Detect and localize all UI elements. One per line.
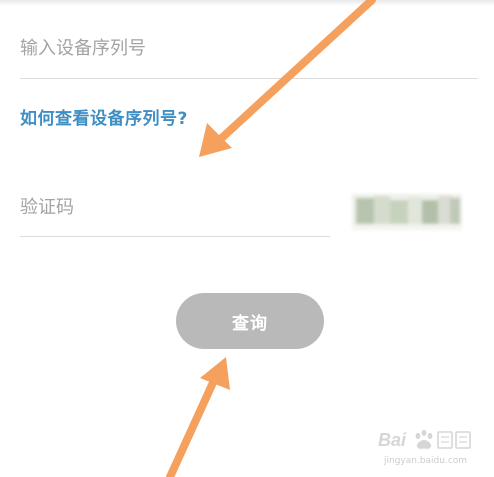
captcha-image[interactable] <box>346 188 466 236</box>
captcha-input[interactable] <box>20 187 330 227</box>
annotation-arrows <box>166 0 376 477</box>
top-shadow <box>0 0 494 6</box>
baidu-logo-icon: Bai <box>378 430 471 450</box>
captcha-input-underline <box>20 236 330 237</box>
serial-input-underline <box>20 78 478 79</box>
arrow-to-query-button <box>166 357 230 477</box>
svg-text:Bai: Bai <box>378 430 407 450</box>
query-button[interactable]: 查询 <box>176 293 324 349</box>
watermark-url: jingyan.baidu.com <box>384 456 468 466</box>
how-to-find-serial-link[interactable]: 如何查看设备序列号? <box>20 104 188 129</box>
captcha-blurred-graphic <box>352 194 462 230</box>
serial-number-input[interactable] <box>20 28 478 68</box>
baidu-jingyan-watermark: Bai jingyan.baidu.com <box>378 426 474 470</box>
